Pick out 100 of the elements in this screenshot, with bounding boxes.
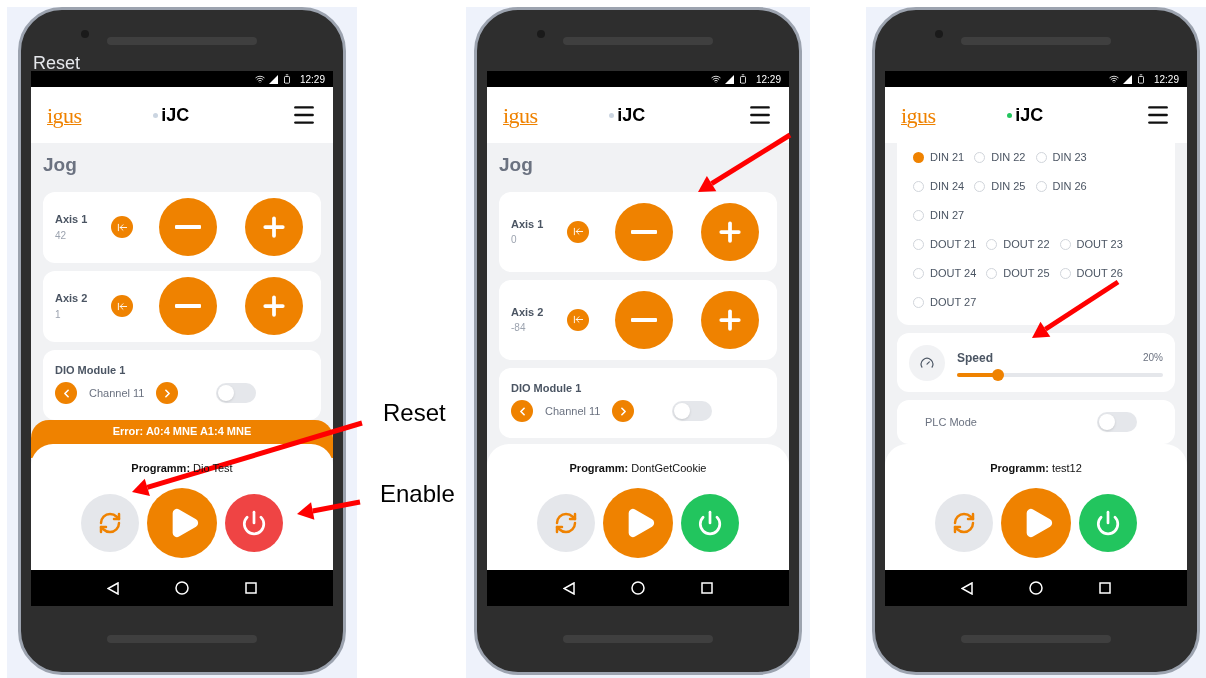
battery-icon xyxy=(1135,74,1146,84)
toggle-switch[interactable] xyxy=(216,383,257,403)
status-time: 12:29 xyxy=(1153,72,1179,87)
slider-thumb[interactable] xyxy=(992,368,1005,381)
sync-icon xyxy=(952,511,976,535)
speed-label: Speed xyxy=(957,349,993,367)
radio-label: DOUT 21 xyxy=(930,237,977,253)
speed-reading: 20% xyxy=(1143,351,1163,366)
radio-label: DOUT 26 xyxy=(1076,266,1123,282)
radio-label: DIN 23 xyxy=(1052,150,1087,166)
power-icon xyxy=(697,510,723,536)
plus-button[interactable] xyxy=(245,277,303,335)
power-icon xyxy=(241,510,267,536)
home-button[interactable] xyxy=(567,220,589,243)
sync-icon xyxy=(98,511,122,535)
minus-icon xyxy=(175,225,201,229)
channel-label: Channel 11 xyxy=(545,403,601,419)
program-name: Programm: DontGetCookie xyxy=(569,460,707,476)
arrow-to-line-icon xyxy=(116,221,128,233)
radio-label: DOUT 24 xyxy=(930,266,977,282)
power-icon xyxy=(1095,510,1121,536)
wifi-icon xyxy=(1108,74,1119,84)
minus-icon xyxy=(631,317,657,322)
battery-icon xyxy=(281,74,292,84)
signal-icon xyxy=(1122,74,1132,84)
app-title: iJC xyxy=(1015,103,1044,127)
minus-icon xyxy=(631,229,657,234)
home-button[interactable] xyxy=(567,308,589,331)
radio-label: DOUT 27 xyxy=(930,295,977,311)
radio-label: DIN 25 xyxy=(991,179,1026,195)
module-label: DIO Module 1 xyxy=(55,362,127,378)
next-button[interactable] xyxy=(156,382,179,404)
brand-logo: igus xyxy=(47,101,82,130)
home-icon[interactable] xyxy=(631,581,645,595)
radio-option[interactable]: DIN 24 xyxy=(913,178,965,195)
radio-option[interactable]: DIN 21 xyxy=(913,149,965,166)
page-title: Jog xyxy=(43,153,77,177)
radio-option[interactable]: DOUT 22 xyxy=(986,236,1050,253)
plc-label: PLC Mode xyxy=(925,414,978,430)
status-time: 12:29 xyxy=(299,72,325,87)
home-icon[interactable] xyxy=(1029,581,1043,595)
radio-option[interactable]: DOUT 21 xyxy=(913,236,977,253)
radio-label: DOUT 25 xyxy=(1003,266,1050,282)
minus-icon xyxy=(175,304,201,308)
radio-label: DIN 21 xyxy=(930,150,965,166)
recents-icon[interactable] xyxy=(245,582,257,594)
radio-label: DOUT 23 xyxy=(1076,237,1123,253)
minus-button[interactable] xyxy=(615,290,673,349)
home-icon[interactable] xyxy=(175,581,189,595)
back-icon[interactable] xyxy=(107,581,119,595)
radio-option[interactable]: DIN 25 xyxy=(974,178,1026,195)
recents-icon[interactable] xyxy=(1099,582,1111,594)
radio-option[interactable]: DOUT 26 xyxy=(1059,265,1123,282)
app-title: iJC xyxy=(161,103,190,127)
back-icon[interactable] xyxy=(961,581,973,595)
minus-button[interactable] xyxy=(159,277,217,335)
recents-icon[interactable] xyxy=(701,582,713,594)
home-button[interactable] xyxy=(111,216,133,238)
power-button[interactable] xyxy=(1079,494,1137,552)
brand-logo: igus xyxy=(503,101,538,130)
axis-value: 0 xyxy=(511,233,518,248)
wifi-icon xyxy=(710,74,721,84)
battery-icon xyxy=(737,74,748,84)
power-button[interactable] xyxy=(681,494,739,552)
annotation-label: Reset xyxy=(33,52,81,75)
app-title: iJC xyxy=(617,103,646,127)
plus-button[interactable] xyxy=(701,202,759,261)
radio-option[interactable]: DIN 26 xyxy=(1035,178,1087,195)
radio-option[interactable]: DIN 23 xyxy=(1035,149,1087,166)
axis-value: 42 xyxy=(55,228,68,243)
minus-button[interactable] xyxy=(159,198,217,256)
radio-label: DIN 22 xyxy=(991,150,1026,166)
home-button[interactable] xyxy=(111,295,133,317)
radio-option[interactable]: DOUT 23 xyxy=(1059,236,1123,253)
radio-option[interactable]: DIN 27 xyxy=(913,207,965,224)
plus-button[interactable] xyxy=(701,290,759,349)
channel-label: Channel 11 xyxy=(89,385,145,401)
toggle-switch[interactable] xyxy=(1097,411,1137,432)
arrow-to-line-icon xyxy=(572,226,584,237)
next-button[interactable] xyxy=(612,400,635,422)
radio-label: DIN 27 xyxy=(930,208,965,224)
radio-option[interactable]: DOUT 27 xyxy=(913,294,977,311)
power-button[interactable] xyxy=(225,494,283,552)
radio-option[interactable]: DOUT 24 xyxy=(913,265,977,282)
back-icon[interactable] xyxy=(563,581,575,595)
radio-option[interactable]: DOUT 25 xyxy=(986,265,1050,282)
previous-button[interactable] xyxy=(511,400,533,422)
signal-icon xyxy=(268,74,278,84)
radio-option[interactable]: DIN 22 xyxy=(974,149,1026,166)
status-time: 12:29 xyxy=(755,72,781,87)
axis-label: Axis 1 xyxy=(55,212,89,228)
axis-value: -84 xyxy=(511,321,527,336)
arrow xyxy=(297,499,361,520)
minus-button[interactable] xyxy=(615,202,673,261)
axis-label: Axis 2 xyxy=(511,304,545,320)
annotation-label: Reset xyxy=(383,398,446,428)
plus-button[interactable] xyxy=(245,198,303,256)
toggle-switch[interactable] xyxy=(672,401,713,421)
previous-button[interactable] xyxy=(55,382,77,404)
signal-icon xyxy=(724,74,734,84)
